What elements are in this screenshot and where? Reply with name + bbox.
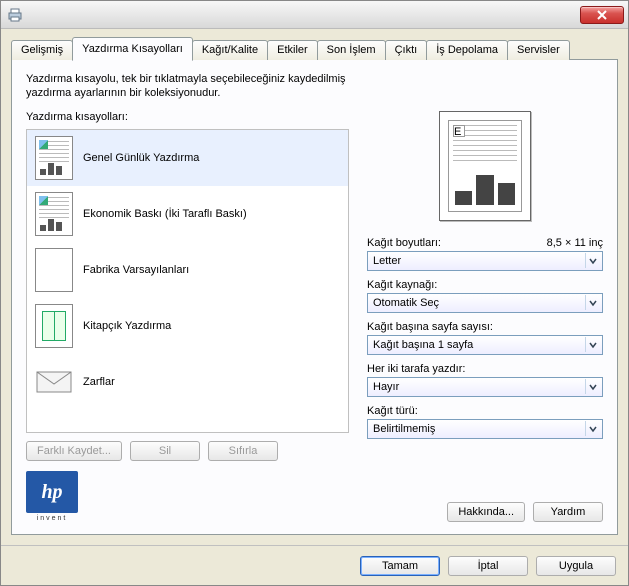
save-as-button[interactable]: Farklı Kaydet...	[26, 441, 122, 461]
intro-text: Yazdırma kısayolu, tek bir tıklatmayla s…	[26, 72, 386, 101]
duplex-value: Hayır	[373, 381, 399, 393]
paper-source-dropdown[interactable]: Otomatik Seç	[367, 293, 603, 313]
tab-job-storage[interactable]: İş Depolama	[426, 40, 508, 60]
shortcut-thumb-icon	[35, 136, 73, 180]
chevron-down-icon	[585, 421, 600, 436]
paper-size-value: Letter	[373, 255, 401, 267]
paper-source-label: Kağıt kaynağı:	[367, 279, 437, 291]
pages-per-sheet-dropdown[interactable]: Kağıt başına 1 sayfa	[367, 335, 603, 355]
shortcut-thumb-icon	[35, 192, 73, 236]
page-preview: E	[439, 111, 531, 221]
envelope-icon	[35, 360, 73, 404]
shortcut-item-label: Ekonomik Baskı (İki Taraflı Baskı)	[83, 208, 247, 220]
print-dialog: Gelişmiş Yazdırma Kısayolları Kağıt/Kali…	[0, 0, 629, 586]
pages-per-sheet-label: Kağıt başına sayfa sayısı:	[367, 321, 493, 333]
tabstrip: Gelişmiş Yazdırma Kısayolları Kağıt/Kali…	[11, 37, 618, 60]
paper-type-label: Kağıt türü:	[367, 405, 418, 417]
duplex-label: Her iki tarafa yazdır:	[367, 363, 465, 375]
dialog-body: Gelişmiş Yazdırma Kısayolları Kağıt/Kali…	[1, 29, 628, 545]
list-item[interactable]: Fabrika Varsayılanları	[27, 242, 348, 298]
titlebar	[1, 1, 628, 29]
tab-output[interactable]: Çıktı	[385, 40, 428, 60]
shortcut-item-label: Zarflar	[83, 376, 115, 388]
list-item[interactable]: Kitapçık Yazdırma	[27, 298, 348, 354]
hp-logo-sub: invent	[26, 515, 78, 522]
chevron-down-icon	[585, 295, 600, 310]
tabpanel-print-shortcuts: Yazdırma kısayolu, tek bir tıklatmayla s…	[11, 59, 618, 535]
list-item[interactable]: Ekonomik Baskı (İki Taraflı Baskı)	[27, 186, 348, 242]
close-button[interactable]	[580, 6, 624, 24]
shortcuts-label: Yazdırma kısayolları:	[26, 111, 349, 123]
tab-paper-quality[interactable]: Kağıt/Kalite	[192, 40, 268, 60]
paper-source-value: Otomatik Seç	[373, 297, 439, 309]
apply-button[interactable]: Uygula	[536, 556, 616, 576]
list-item[interactable]: Genel Günlük Yazdırma	[27, 130, 348, 186]
pages-per-sheet-value: Kağıt başına 1 sayfa	[373, 339, 473, 351]
shortcut-item-label: Kitapçık Yazdırma	[83, 320, 171, 332]
dialog-footer: Tamam İptal Uygula	[1, 545, 628, 585]
tab-services[interactable]: Servisler	[507, 40, 570, 60]
about-button[interactable]: Hakkında...	[447, 502, 525, 522]
tab-advanced[interactable]: Gelişmiş	[11, 40, 73, 60]
chevron-down-icon	[585, 253, 600, 268]
help-button[interactable]: Yardım	[533, 502, 603, 522]
tab-effects[interactable]: Etkiler	[267, 40, 318, 60]
shortcut-item-label: Genel Günlük Yazdırma	[83, 152, 199, 164]
duplex-dropdown[interactable]: Hayır	[367, 377, 603, 397]
shortcut-thumb-icon	[35, 248, 73, 292]
earmark-icon: E	[453, 125, 465, 137]
paper-type-dropdown[interactable]: Belirtilmemiş	[367, 419, 603, 439]
chevron-down-icon	[585, 337, 600, 352]
shortcut-list[interactable]: Genel Günlük Yazdırma Ekonomik Baskı (İk…	[26, 129, 349, 433]
paper-size-dimensions: 8,5 × 11 inç	[547, 237, 603, 249]
cancel-button[interactable]: İptal	[448, 556, 528, 576]
reset-button[interactable]: Sıfırla	[208, 441, 278, 461]
paper-type-value: Belirtilmemiş	[373, 423, 435, 435]
tab-print-shortcuts[interactable]: Yazdırma Kısayolları	[72, 37, 193, 61]
list-item[interactable]: Zarflar	[27, 354, 348, 410]
ok-button[interactable]: Tamam	[360, 556, 440, 576]
chevron-down-icon	[585, 379, 600, 394]
hp-logo-block: hp invent	[26, 471, 78, 522]
hp-logo-icon: hp	[26, 471, 78, 513]
delete-button[interactable]: Sil	[130, 441, 200, 461]
shortcut-thumb-icon	[35, 304, 73, 348]
tab-finishing[interactable]: Son İşlem	[317, 40, 386, 60]
printer-icon	[7, 7, 23, 23]
paper-size-dropdown[interactable]: Letter	[367, 251, 603, 271]
paper-size-label: Kağıt boyutları:	[367, 237, 441, 249]
shortcut-item-label: Fabrika Varsayılanları	[83, 264, 189, 276]
